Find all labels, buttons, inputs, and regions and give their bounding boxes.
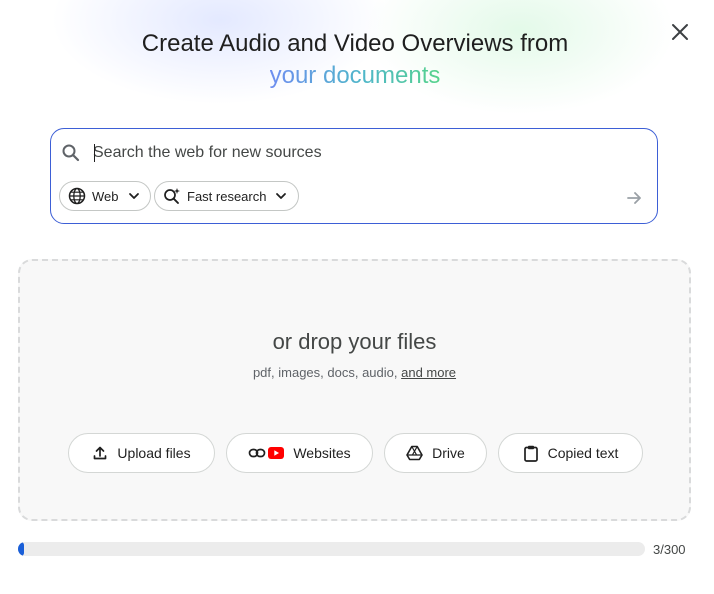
drive-icon xyxy=(406,445,423,461)
supported-formats-text: pdf, images, docs, audio, xyxy=(252,365,402,380)
source-dropdown-label: Web xyxy=(92,188,119,204)
research-mode-dropdown[interactable]: Fast research xyxy=(154,181,299,211)
websites-button[interactable]: Websites xyxy=(226,433,373,473)
drive-label: Drive xyxy=(432,445,465,461)
research-mode-label: Fast research xyxy=(187,188,267,204)
upload-files-label: Upload files xyxy=(117,445,191,461)
upload-files-button[interactable]: Upload files xyxy=(68,433,215,473)
drive-button[interactable]: Drive xyxy=(384,433,487,473)
chevron-down-icon xyxy=(274,189,288,203)
drop-zone-title: or drop your files xyxy=(272,329,437,354)
web-search-box: Web Fast research xyxy=(50,128,658,224)
title-gradient-text: your documents xyxy=(269,62,441,89)
sparkle-search-icon xyxy=(163,187,181,205)
link-icon xyxy=(248,445,266,461)
source-dropdown[interactable]: Web xyxy=(59,181,151,211)
websites-label: Websites xyxy=(293,445,351,461)
copied-text-label: Copied text xyxy=(547,445,619,461)
dialog-title: Create Audio and Video Overviews from xyxy=(141,30,569,57)
source-count-text: 3/300 xyxy=(653,542,686,557)
globe-icon xyxy=(68,187,86,205)
source-limit-progress-fill xyxy=(18,542,25,556)
more-formats-link[interactable]: and more xyxy=(401,365,456,380)
submit-search-button[interactable] xyxy=(619,183,649,213)
dialog-title-highlight: your documents xyxy=(0,60,710,92)
source-limit-progress xyxy=(18,542,645,556)
drop-zone-subtitle: pdf, images, docs, audio, and more xyxy=(20,365,689,380)
chevron-down-icon xyxy=(127,189,141,203)
search-input[interactable] xyxy=(93,141,593,165)
youtube-icon xyxy=(268,447,285,459)
file-drop-zone[interactable]: or drop your files pdf, images, docs, au… xyxy=(18,259,691,521)
search-icon xyxy=(62,144,80,162)
clipboard-icon xyxy=(523,445,539,462)
upload-icon xyxy=(92,445,108,461)
copied-text-button[interactable]: Copied text xyxy=(498,433,643,473)
arrow-right-icon xyxy=(627,192,641,204)
text-caret xyxy=(94,144,95,162)
